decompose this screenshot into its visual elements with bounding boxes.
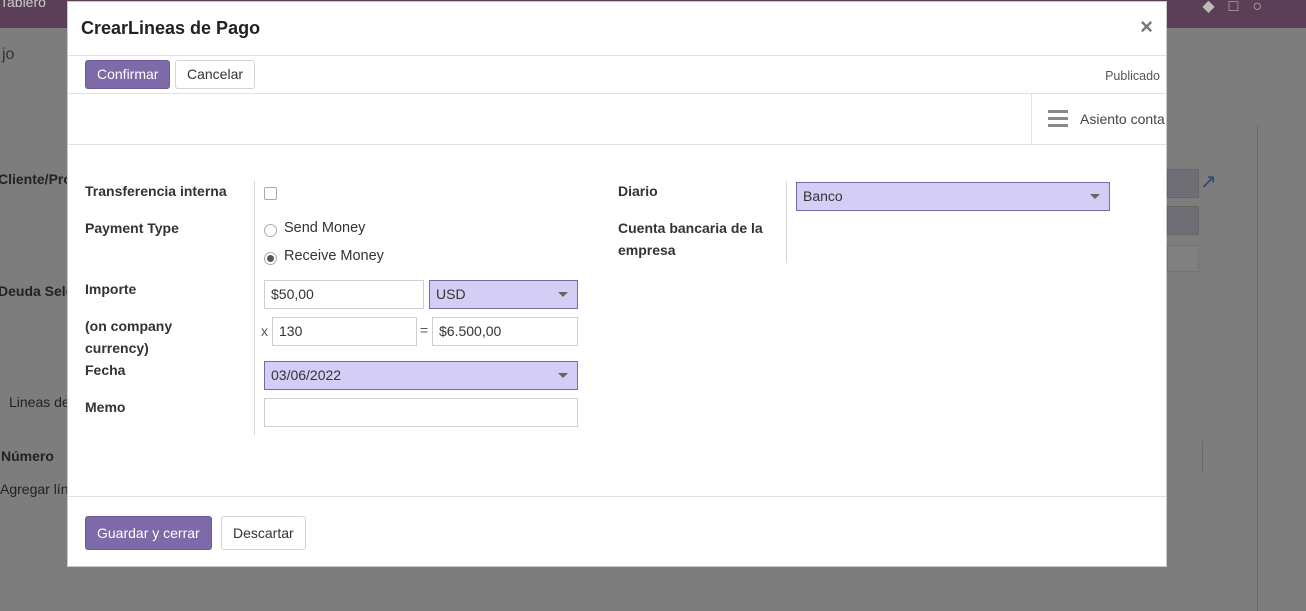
page-title-fragment: jo	[2, 46, 15, 63]
date-value: 03/06/2022	[271, 367, 342, 383]
lines-section-label: Lineas de	[9, 394, 70, 410]
chevron-down-icon	[558, 292, 568, 297]
status-bar: Confirmar Cancelar Publicado	[68, 56, 1166, 94]
bg-divider	[1257, 125, 1258, 611]
radio-send-money-label[interactable]: Send Money	[284, 220, 365, 236]
navbar-icons: ◆□○	[1202, 0, 1276, 15]
amount-label: Importe	[85, 281, 137, 297]
company-currency-label: (on company currency)	[85, 318, 173, 356]
radio-receive-money[interactable]	[264, 252, 277, 265]
equals-symbol: =	[420, 322, 429, 338]
column-header-numero: Número	[1, 448, 54, 464]
memo-label: Memo	[85, 399, 126, 415]
bg-cliente-field	[1167, 169, 1199, 198]
chevron-down-icon	[1090, 194, 1100, 199]
smart-button-bar: Asiento conta	[68, 94, 1166, 145]
internal-transfer-checkbox[interactable]	[264, 187, 277, 200]
cancel-button[interactable]: Cancelar	[175, 60, 256, 89]
save-close-button[interactable]: Guardar y cerrar	[85, 516, 212, 550]
close-icon[interactable]: ×	[1140, 14, 1153, 40]
top-menu-item: Tablero	[0, 0, 46, 10]
bg-column-divider	[1202, 441, 1203, 473]
left-group-divider	[254, 181, 255, 435]
payment-lines-dialog: CrearLineas de Pago × Confirmar Cancelar…	[67, 1, 1167, 567]
date-label: Fecha	[85, 362, 126, 378]
modal-footer: Guardar y cerrar Descartar	[68, 496, 1166, 566]
bg-plain-field	[1167, 245, 1199, 272]
status-published: Publicado	[1105, 69, 1160, 83]
field-label-deuda: Deuda Sele	[0, 283, 74, 299]
journal-entry-smart-button[interactable]: Asiento conta	[1031, 94, 1166, 144]
journal-value: Banco	[803, 188, 843, 204]
smart-button-label: Asiento conta	[1080, 111, 1165, 127]
chevron-down-icon	[558, 373, 568, 378]
right-group-divider	[786, 181, 787, 263]
bg-deuda-field	[1167, 206, 1199, 235]
multiply-symbol: x	[261, 323, 268, 339]
payment-type-label: Payment Type	[85, 220, 179, 236]
internal-transfer-label: Transferencia interna	[85, 183, 227, 199]
radio-send-money[interactable]	[264, 224, 277, 237]
discard-button[interactable]: Descartar	[221, 516, 306, 550]
add-line-link: Agregar lín	[0, 481, 69, 497]
journal-label: Diario	[618, 183, 658, 199]
radio-receive-money-label[interactable]: Receive Money	[284, 248, 384, 264]
confirm-button[interactable]: Confirmar	[85, 60, 171, 89]
exchange-rate-input[interactable]: 130	[272, 317, 417, 346]
company-bank-account-label: Cuenta bancaria de la empresa	[618, 220, 763, 258]
external-link-icon: ↗	[1200, 171, 1217, 193]
company-currency-amount[interactable]: $6.500,00	[432, 317, 578, 346]
modal-header: CrearLineas de Pago ×	[68, 2, 1166, 56]
memo-input[interactable]	[264, 398, 578, 427]
currency-select[interactable]: USD	[429, 280, 578, 309]
modal-title: CrearLineas de Pago	[81, 18, 261, 38]
field-label-cliente: Cliente/Pro	[0, 171, 72, 187]
list-icon	[1048, 110, 1068, 127]
date-input[interactable]: 03/06/2022	[264, 361, 578, 390]
journal-select[interactable]: Banco	[796, 182, 1110, 211]
currency-value: USD	[436, 286, 466, 302]
amount-input[interactable]: $50,00	[264, 280, 424, 309]
